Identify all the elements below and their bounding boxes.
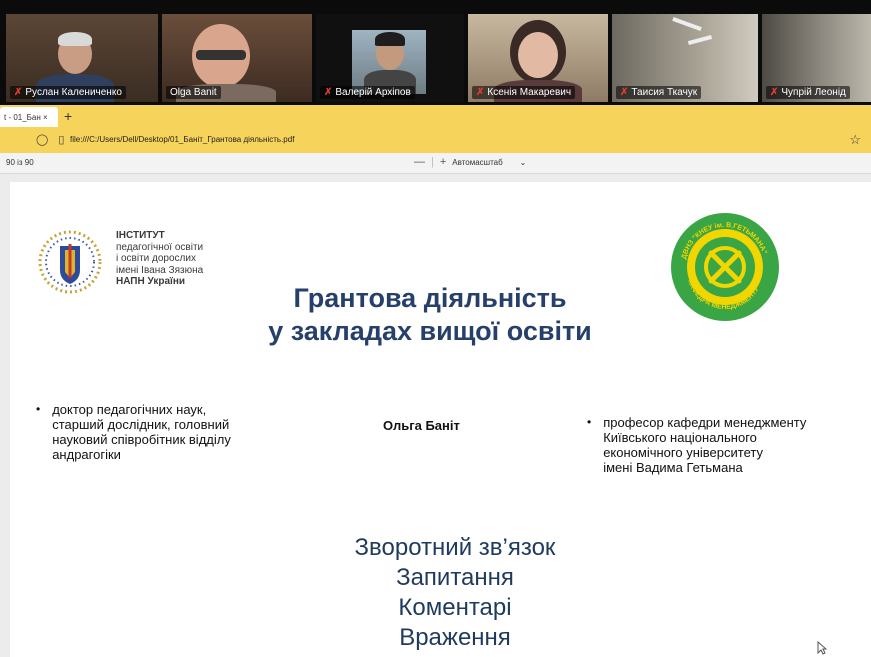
institute-line-3: і освіти дорослих xyxy=(116,253,196,264)
credential-line: науковий співробітник відділу xyxy=(52,432,231,447)
slide-title-line-1: Грантова діяльність xyxy=(293,283,567,313)
participant-name-label: ✗ Руслан Калениченко xyxy=(10,86,126,99)
participant-name-label: ✗ Валерій Архіпов xyxy=(320,86,415,99)
feedback-line: Коментарі xyxy=(398,594,512,621)
new-tab-button[interactable]: + xyxy=(64,108,72,124)
institute-line-1: ІНСТИТУТ xyxy=(116,230,165,241)
zoom-out-button[interactable]: — xyxy=(414,156,425,168)
participant-name-label: ✗ Таисия Ткачук xyxy=(616,86,702,99)
institute-line-4: імені Івана Зязюна xyxy=(116,264,204,276)
browser-address-bar: ◯ ▯ file:///C:/Users/Dell/Desktop/01_Бан… xyxy=(0,127,871,153)
slide-title: Грантова діяльність у закладах вищої осв… xyxy=(180,282,680,348)
position-line: Київського національного xyxy=(603,430,757,445)
position-line: імені Вадима Гетьмана xyxy=(603,460,743,475)
feedback-line: Запитання xyxy=(396,564,514,591)
institute-emblem-logo xyxy=(38,230,102,294)
mic-muted-icon: ✗ xyxy=(476,87,485,98)
participant-tile-active-speaker[interactable]: Olga Banit xyxy=(162,14,312,102)
participant-tile[interactable]: ✗ Ксенія Макаревич xyxy=(468,14,608,102)
credential-line: андрагогіки xyxy=(52,447,121,462)
page-number-input[interactable]: 90 xyxy=(6,158,15,167)
department-management-logo: ДВНЗ "КНЕУ ім. В.ГЕТЬМАНА" КАФЕДРА МЕНЕД… xyxy=(671,213,779,321)
credential-line: старший дослідник, головний xyxy=(52,417,230,432)
url-field[interactable]: file:///C:/Users/Dell/Desktop/01_Баніт_Г… xyxy=(70,135,294,144)
page-number[interactable]: 90 із 90 xyxy=(6,158,34,167)
mic-muted-icon: ✗ xyxy=(770,87,779,98)
zoom-select[interactable]: Автомасштаб ⌄ xyxy=(452,158,526,167)
pdf-viewer-toolbar: 90 із 90 — | + Автомасштаб ⌄ xyxy=(0,153,871,174)
mic-muted-icon: ✗ xyxy=(620,87,629,98)
page-total-label: із 90 xyxy=(17,158,34,167)
bullet-icon: • xyxy=(36,402,41,416)
left-bullet-credentials: • доктор педагогічних наук, старший досл… xyxy=(36,402,231,462)
mic-muted-icon: ✗ xyxy=(324,87,333,98)
position-line: економічного університету xyxy=(603,445,763,460)
bookmark-star-icon[interactable]: ☆ xyxy=(849,132,861,148)
right-bullet-position: • професор кафедри менеджменту Київськог… xyxy=(587,415,806,475)
video-participants-strip: ✗ Руслан Калениченко Olga Banit ✗ Валерій … xyxy=(0,0,871,105)
institute-name-block: ІНСТИТУТ педагогічної освіти і освіти до… xyxy=(116,230,203,288)
speaker-name: Ольга Баніт xyxy=(383,418,460,433)
participant-tile[interactable]: ✗ Руслан Калениченко xyxy=(6,14,158,102)
chevron-down-icon: ⌄ xyxy=(519,157,527,167)
mouse-cursor-icon xyxy=(817,641,827,655)
browser-tab[interactable]: t - 01_Бан × xyxy=(0,107,58,127)
feedback-line: Зворотний зв’язок xyxy=(354,534,556,561)
participant-tile[interactable]: ✗ Чупрій Леонід xyxy=(762,14,871,102)
participant-tile[interactable]: ✗ Таисия Ткачук xyxy=(612,14,758,102)
credential-line: доктор педагогічних наук, xyxy=(52,402,207,417)
bullet-icon: • xyxy=(587,415,592,429)
feedback-line: Враження xyxy=(399,624,511,651)
mic-muted-icon: ✗ xyxy=(14,87,23,98)
participant-name-label: ✗ Ксенія Макаревич xyxy=(472,86,576,99)
tracking-protection-icon[interactable]: ◯ xyxy=(36,133,48,146)
institute-line-2: педагогічної освіти xyxy=(116,241,204,253)
feedback-block: Зворотний зв’язок Запитання Коментарі Вр… xyxy=(280,533,630,653)
participant-name-label: Olga Banit xyxy=(166,86,221,99)
slide-title-line-2: у закладах вищої освіти xyxy=(268,316,592,346)
page-document-icon[interactable]: ▯ xyxy=(58,133,64,146)
zoom-in-button[interactable]: + xyxy=(440,156,446,168)
position-line: професор кафедри менеджменту xyxy=(603,415,807,430)
browser-tab-bar: t - 01_Бан × + xyxy=(0,105,871,127)
participant-name-label: ✗ Чупрій Леонід xyxy=(766,86,850,99)
participant-tile[interactable]: ✗ Валерій Архіпов xyxy=(316,14,464,102)
